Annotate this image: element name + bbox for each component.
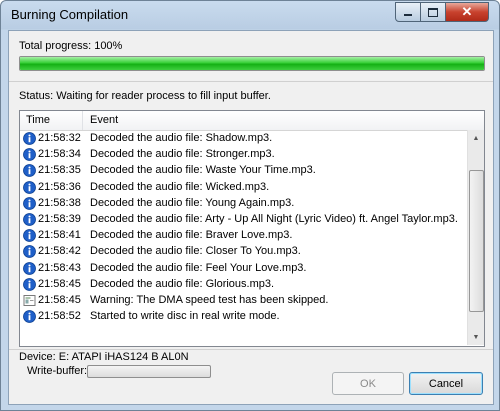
total-progress-label: Total progress: 100% (19, 40, 123, 52)
column-header-event[interactable]: Event (90, 114, 118, 126)
log-event: Decoded the audio file: Shadow.mp3. (90, 132, 273, 144)
log-row[interactable]: 21:58:38 Decoded the audio file: Young Ag… (20, 196, 468, 212)
info-icon (23, 213, 36, 226)
log-event: Decoded the audio file: Arty - Up All Ni… (90, 212, 458, 225)
log-event: Started to write disc in real write mode… (90, 310, 280, 323)
dialog-body: Total progress: 100% Status: Waiting for… (8, 30, 494, 405)
log-time: 21:58:39 (38, 212, 81, 225)
status-text: Status: Waiting for reader process to fi… (19, 90, 271, 102)
log-event: Decoded the audio file: Wicked.mp3. (90, 180, 270, 193)
log-event: Decoded the audio file: Braver Love.mp3. (90, 229, 293, 242)
log-time: 21:58:41 (38, 229, 81, 242)
scroll-up-button[interactable]: ▲ (468, 130, 484, 146)
vertical-scrollbar[interactable]: ▲ ▼ (467, 130, 484, 345)
warning-icon (23, 294, 36, 307)
ok-button[interactable]: OK (332, 372, 404, 395)
total-progress-bar (19, 56, 485, 71)
scroll-down-button[interactable]: ▼ (468, 329, 484, 345)
scroll-up-icon: ▲ (472, 134, 480, 142)
window-title: Burning Compilation (11, 7, 129, 22)
log-time: 21:58:43 (38, 261, 81, 274)
log-row[interactable]: 21:58:45 Decoded the audio file: Glorious… (20, 277, 468, 293)
info-icon (23, 196, 36, 210)
log-row[interactable]: 21:58:42 Decoded the audio file: Closer T… (20, 244, 468, 260)
scrollbar-thumb[interactable] (469, 170, 484, 312)
cancel-button[interactable]: Cancel (409, 372, 483, 395)
info-icon (23, 310, 36, 323)
column-header-time[interactable]: Time (26, 114, 50, 126)
separator (9, 349, 493, 350)
log-row[interactable]: 21:58:39 Decoded the audio file: Arty - U… (20, 212, 468, 228)
event-log-rows: 21:58:32 Decoded the audio file: Shadow.m… (20, 131, 468, 325)
info-icon (23, 148, 36, 162)
info-icon (23, 164, 36, 178)
info-icon (23, 229, 36, 243)
separator (9, 81, 493, 82)
total-progress-fill (20, 57, 484, 70)
close-icon: ✕ (461, 4, 473, 19)
maximize-button[interactable] (420, 2, 446, 22)
log-time: 21:58:35 (38, 164, 81, 177)
log-row[interactable]: 21:58:35 Decoded the audio file: Waste Yo… (20, 163, 468, 179)
log-event: Decoded the audio file: Feel Your Love.m… (90, 261, 307, 274)
close-button[interactable]: ✕ (445, 2, 489, 22)
log-event: Decoded the audio file: Waste Your Time.… (90, 164, 316, 177)
log-event: Warning: The DMA speed test has been ski… (90, 293, 329, 306)
info-icon (23, 245, 36, 259)
device-label: Device: E: ATAPI iHAS124 B AL0N (19, 351, 189, 363)
log-time: 21:58:36 (38, 180, 81, 193)
log-time: 21:58:45 (38, 293, 81, 306)
column-separator[interactable] (82, 111, 83, 130)
log-row[interactable]: 21:58:52 Started to write disc in real wr… (20, 309, 468, 325)
write-buffer-bar (87, 365, 211, 378)
event-log-header: Time Event (20, 111, 484, 131)
log-row[interactable]: 21:58:32 Decoded the audio file: Shadow.m… (20, 131, 468, 147)
log-time: 21:58:38 (38, 196, 81, 209)
write-buffer-label: Write-buffer: (27, 365, 88, 377)
minimize-button[interactable] (395, 2, 421, 22)
info-icon (23, 261, 36, 275)
log-time: 21:58:45 (38, 277, 81, 290)
log-row[interactable]: 21:58:43 Decoded the audio file: Feel You… (20, 261, 468, 277)
log-time: 21:58:52 (38, 310, 81, 323)
log-row[interactable]: 21:58:36 Decoded the audio file: Wicked.m… (20, 180, 468, 196)
dialog-window: Burning Compilation ✕ Total progress: 10… (0, 0, 500, 411)
log-event: Decoded the audio file: Young Again.mp3. (90, 196, 295, 209)
log-row[interactable]: 21:58:34 Decoded the audio file: Stronger… (20, 147, 468, 163)
log-row[interactable]: 21:58:45 Warning: The DMA speed test has … (20, 293, 468, 309)
info-icon (23, 277, 36, 291)
event-log-list[interactable]: Time Event 21:58:32 Decoded the audio fil… (19, 110, 485, 347)
log-time: 21:58:34 (38, 148, 81, 161)
info-icon (23, 132, 36, 145)
scroll-down-icon: ▼ (472, 333, 480, 341)
maximize-icon (428, 7, 438, 17)
log-time: 21:58:42 (38, 245, 81, 258)
log-time: 21:58:32 (38, 132, 81, 144)
minimize-icon (404, 14, 412, 16)
log-event: Decoded the audio file: Closer To You.mp… (90, 245, 301, 258)
log-row[interactable]: 21:58:41 Decoded the audio file: Braver L… (20, 228, 468, 244)
log-event: Decoded the audio file: Glorious.mp3. (90, 277, 275, 290)
title-bar[interactable]: Burning Compilation ✕ (1, 1, 499, 29)
log-event: Decoded the audio file: Stronger.mp3. (90, 148, 275, 161)
info-icon (23, 180, 36, 194)
